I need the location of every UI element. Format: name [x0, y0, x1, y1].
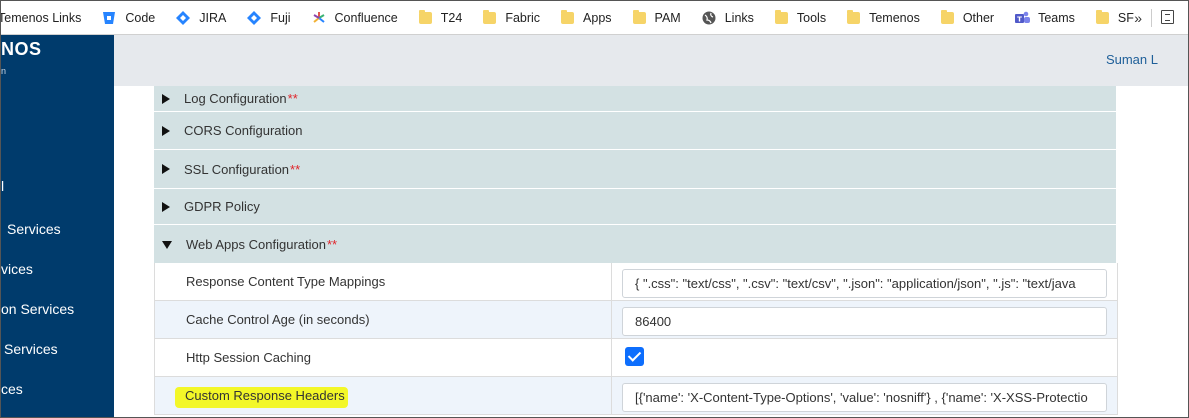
expand-arrow-icon [162, 201, 170, 212]
section-title: SSL Configuration [184, 161, 290, 177]
expand-arrow-icon [162, 93, 170, 104]
section-title: Web Apps Configuration [186, 236, 326, 252]
folder-icon [632, 9, 646, 24]
setting-label: Response Content Type Mappings [186, 274, 386, 289]
folder-icon [418, 9, 432, 24]
bookmark-apps[interactable]: Apps [561, 1, 612, 34]
section-log-configuration[interactable]: Log Configuration ** [154, 86, 1116, 112]
teams-icon: T [1015, 11, 1031, 25]
globe-icon [702, 11, 716, 25]
cache-control-age-input[interactable]: 86400 [622, 307, 1107, 336]
column-divider [611, 339, 612, 376]
bookmark-label: T24 [440, 10, 463, 25]
jira-icon [176, 10, 191, 25]
bookmark-pam[interactable]: PAM [632, 1, 681, 34]
bookmark-fuji[interactable]: Fuji [247, 1, 291, 34]
required-marker: ** [326, 236, 338, 252]
setting-label: Cache Control Age (in seconds) [186, 312, 370, 327]
bookmark-tools[interactable]: Tools [774, 1, 827, 34]
bookmark-jira[interactable]: JIRA [176, 1, 226, 34]
reading-list-icon[interactable] [1161, 10, 1174, 24]
bookmark-label: Tools [796, 10, 827, 25]
bookmark-label: Other [962, 10, 995, 25]
jira-icon [247, 10, 262, 25]
http-session-caching-checkbox[interactable] [625, 347, 644, 366]
logo-subtitle: n [1, 66, 7, 76]
main-content: Log Configuration ** CORS Configuration … [114, 86, 1188, 417]
app-header: Suman L [114, 35, 1188, 86]
expand-arrow-icon [162, 164, 170, 174]
bookmark-sf[interactable]: SF [1095, 1, 1134, 34]
section-cors-configuration[interactable]: CORS Configuration [154, 112, 1116, 150]
bookmark-label: Links [724, 10, 754, 25]
bookmark-temenos-links[interactable]: Temenos Links [1, 1, 81, 34]
sidebar-item[interactable]: on Services [1, 301, 74, 317]
confluence-icon [312, 11, 326, 25]
bookmark-label: Fabric [505, 10, 541, 25]
bookmark-label: Apps [583, 10, 612, 25]
setting-label-custom-response-headers: Custom Response Headers [185, 388, 345, 403]
custom-response-headers-input[interactable]: [{'name': 'X-Content-Type-Options', 'val… [622, 383, 1107, 412]
logo: NOS [1, 39, 42, 59]
required-marker: ** [287, 91, 298, 106]
column-divider [611, 377, 612, 414]
folder-icon [774, 9, 788, 24]
section-title: Log Configuration [184, 91, 287, 106]
bookmark-label: Code [125, 10, 156, 25]
sidebar-item-services[interactable]: Services [7, 221, 61, 237]
user-menu[interactable]: Suman L [1106, 52, 1158, 67]
bookmark-code[interactable]: Code [102, 1, 155, 34]
folder-icon [1095, 9, 1109, 24]
sidebar-item[interactable]: ces [1, 381, 23, 397]
section-title: CORS Configuration [184, 123, 303, 138]
section-gdpr-policy[interactable]: GDPR Policy [154, 189, 1116, 225]
sidebar-item[interactable]: l [1, 178, 4, 194]
bookmark-label: PAM [654, 10, 681, 25]
folder-icon [940, 9, 954, 24]
setting-label: Http Session Caching [186, 350, 312, 365]
section-ssl-configuration[interactable]: SSL Configuration ** [154, 150, 1116, 189]
required-marker: ** [290, 161, 301, 177]
svg-text:T: T [1017, 15, 1022, 23]
bookmarks-bar: Temenos Links Code JIRA Fuji Confluence [1, 1, 1188, 35]
sidebar-item[interactable]: Services [4, 341, 58, 357]
bookmark-label: Fuji [270, 10, 291, 25]
collapse-arrow-icon [162, 241, 172, 249]
browser-frame: Temenos Links Code JIRA Fuji Confluence [0, 0, 1189, 418]
bookmark-t24[interactable]: T24 [418, 1, 463, 34]
bookmark-label: Teams [1038, 10, 1075, 25]
bookmark-links[interactable]: Links [702, 1, 754, 34]
response-content-type-mappings-input[interactable]: { ".css": "text/css", ".csv": "text/csv"… [622, 269, 1107, 298]
bookmark-other[interactable]: Other [940, 1, 995, 34]
bookmark-label: Temenos [869, 10, 920, 25]
bookmark-fabric[interactable]: Fabric [483, 1, 540, 34]
folder-icon [561, 9, 575, 24]
bookmark-teams[interactable]: T Teams [1015, 1, 1075, 34]
table-row: Response Content Type Mappings { ".css":… [155, 263, 1117, 301]
sidebar-item[interactable]: vices [1, 261, 33, 277]
bookmark-temenos[interactable]: Temenos [847, 1, 920, 34]
bookmark-label: Temenos Links [1, 10, 82, 25]
section-title: GDPR Policy [184, 199, 260, 214]
table-row: Cache Control Age (in seconds) 86400 [155, 301, 1117, 339]
more-bookmarks-icon[interactable]: » [1134, 1, 1142, 34]
bitbucket-icon [102, 11, 116, 25]
bookmarks-divider [1151, 9, 1152, 27]
sidebar: NOS n l Services vices on Services Servi… [1, 35, 114, 417]
column-divider [611, 301, 612, 338]
bookmark-label: SF [1117, 10, 1134, 25]
table-row: Http Session Caching [155, 339, 1117, 377]
folder-icon [847, 9, 861, 24]
bookmark-label: JIRA [199, 10, 227, 25]
column-divider [611, 263, 612, 300]
bookmark-confluence[interactable]: Confluence [312, 1, 398, 34]
expand-arrow-icon [162, 125, 170, 136]
folder-icon [483, 9, 497, 24]
bookmark-label: Confluence [334, 10, 398, 25]
section-web-apps-configuration[interactable]: Web Apps Configuration ** [154, 225, 1116, 264]
